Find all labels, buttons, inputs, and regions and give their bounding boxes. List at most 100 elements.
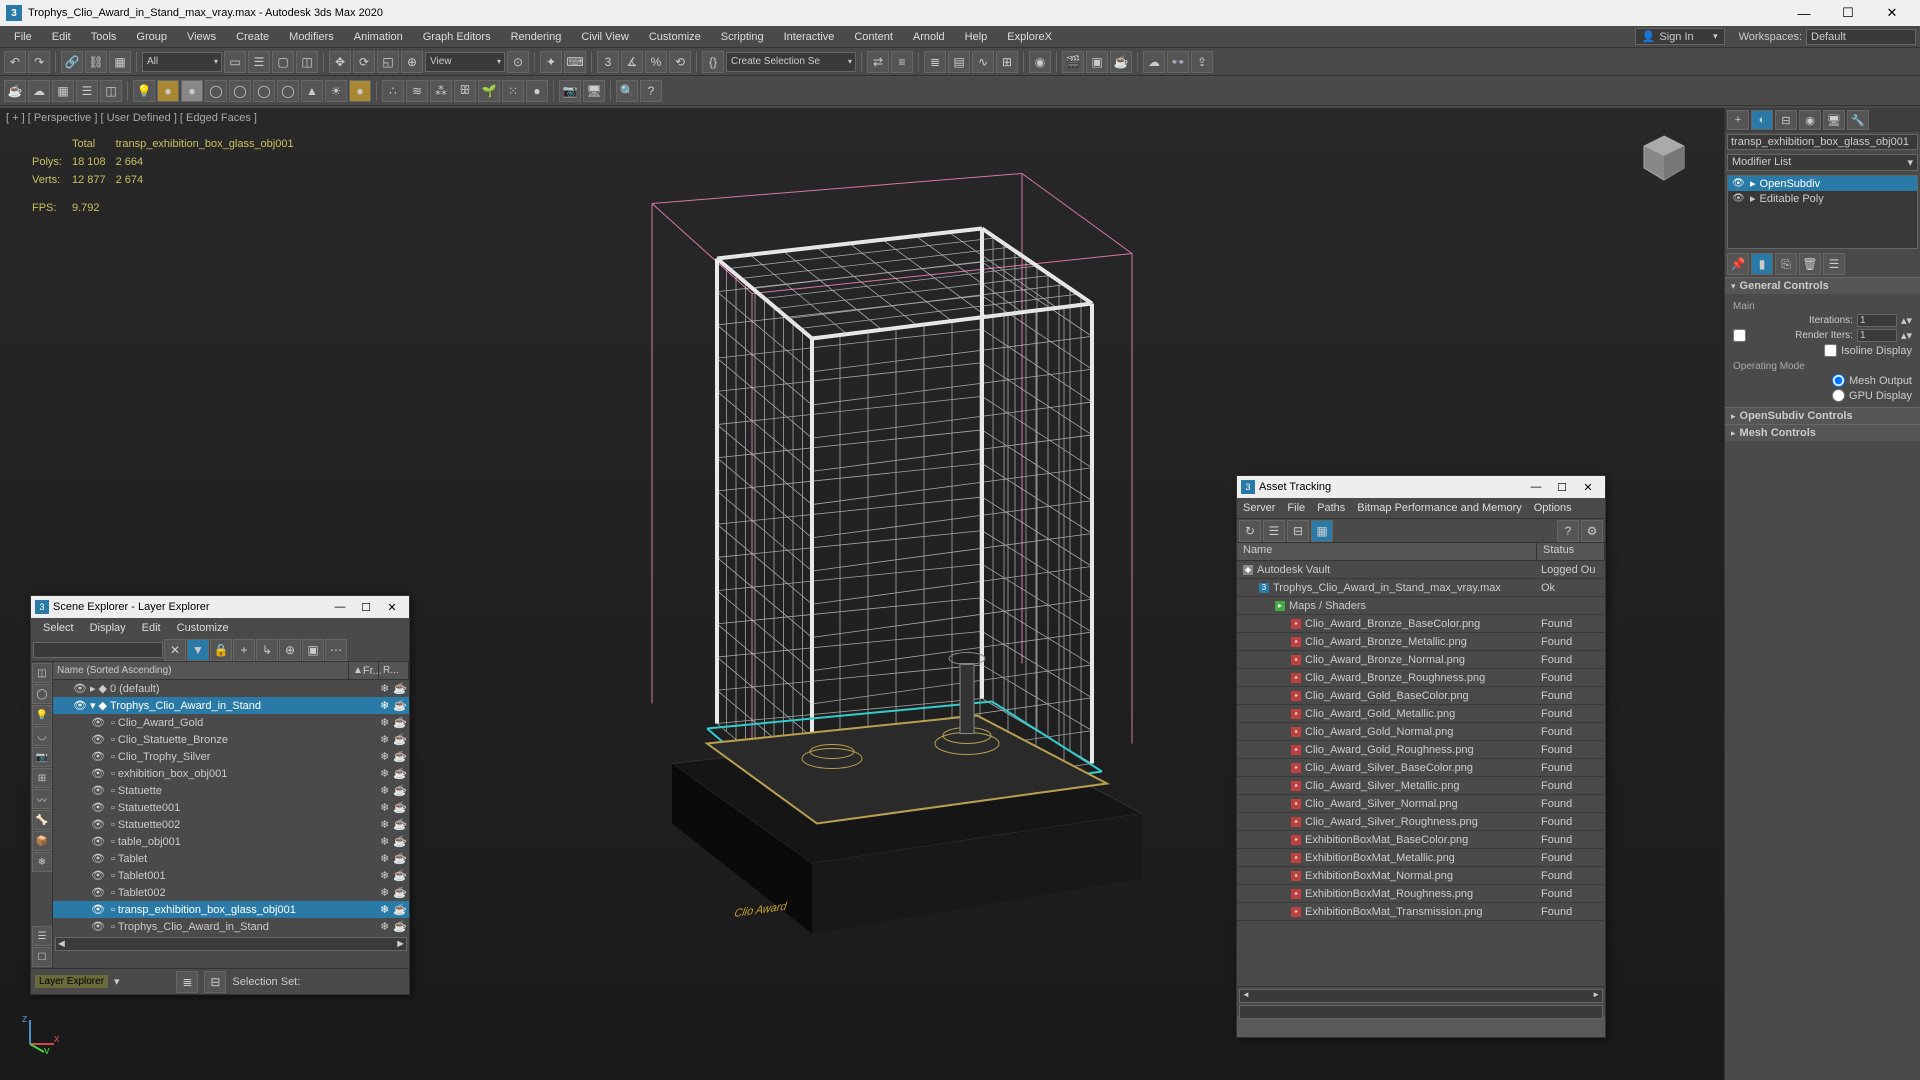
select-icon[interactable]: ▭	[224, 51, 246, 73]
asset-row[interactable]: ▪ExhibitionBoxMat_Normal.pngFound	[1237, 867, 1605, 885]
menu-file[interactable]: File	[4, 26, 42, 47]
render-frame-icon[interactable]: ▣	[1086, 51, 1108, 73]
sphere-gold-icon[interactable]: ●	[349, 80, 371, 102]
at-close-button[interactable]: ✕	[1575, 477, 1601, 497]
bind-icon[interactable]: ▦	[109, 51, 131, 73]
rollout-opensubdiv-header[interactable]: OpenSubdiv Controls	[1725, 408, 1920, 424]
menu-customize[interactable]: Customize	[639, 26, 711, 47]
se-side-light-icon[interactable]: 💡	[32, 705, 52, 725]
grid-icon[interactable]: ▦	[52, 80, 74, 102]
curve-editor-icon[interactable]: ∿	[972, 51, 994, 73]
menu-explorex[interactable]: ExploreX	[997, 26, 1062, 47]
make-unique-icon[interactable]: ⎘	[1775, 253, 1797, 275]
editselset-icon[interactable]: {}	[702, 51, 724, 73]
percent-snap-icon[interactable]: %	[645, 51, 667, 73]
scene-tree-row[interactable]: 👁▾◆Trophys_Clio_Award_in_Stand❄☕	[53, 697, 409, 714]
sphere1-icon[interactable]: ◯	[205, 80, 227, 102]
move-icon[interactable]: ✥	[329, 51, 351, 73]
mesh-output-radio[interactable]	[1832, 374, 1845, 387]
scene-tree-row[interactable]: 👁▫Statuette002❄☕	[53, 816, 409, 833]
spinner-snap-icon[interactable]: ⟲	[669, 51, 691, 73]
window-crossing-icon[interactable]: ◫	[296, 51, 318, 73]
at-menu-options[interactable]: Options	[1534, 502, 1572, 514]
particles-icon[interactable]: ∴	[382, 80, 404, 102]
hair-icon[interactable]: ≋	[406, 80, 428, 102]
sphere-gray-icon[interactable]: ●	[181, 80, 203, 102]
align-icon[interactable]: ≡	[891, 51, 913, 73]
menu-help[interactable]: Help	[955, 26, 998, 47]
at-hscrollbar[interactable]	[1239, 989, 1603, 1003]
light-icon[interactable]: 💡	[133, 80, 155, 102]
render-icon[interactable]: ☕	[1110, 51, 1132, 73]
scene-tree-row[interactable]: 👁▫Tablet002❄☕	[53, 884, 409, 901]
menu-scripting[interactable]: Scripting	[711, 26, 774, 47]
asset-row[interactable]: 3Trophys_Clio_Award_in_Stand_max_vray.ma…	[1237, 579, 1605, 597]
asset-row[interactable]: ▪Clio_Award_Bronze_BaseColor.pngFound	[1237, 615, 1605, 633]
se-minimize-button[interactable]: —	[327, 597, 353, 617]
scene-tree-row[interactable]: 👁▸◆0 (default)❄☕	[53, 680, 409, 697]
asset-row[interactable]: ▪Clio_Award_Gold_BaseColor.pngFound	[1237, 687, 1605, 705]
se-maximize-button[interactable]: ☐	[353, 597, 379, 617]
se-side-camera-icon[interactable]: 📷	[32, 747, 52, 767]
hierarchy-tab-icon[interactable]: ⊟	[1775, 110, 1797, 130]
se-addlayer-icon[interactable]: +	[233, 639, 255, 661]
scene-tree-row[interactable]: 👁▫transp_exhibition_box_glass_obj001❄☕	[53, 901, 409, 918]
menu-views[interactable]: Views	[177, 26, 226, 47]
modifier-stack-item[interactable]: 👁▸Editable Poly	[1728, 191, 1917, 206]
grass-icon[interactable]: ꕥ	[454, 80, 476, 102]
menu-arnold[interactable]: Arnold	[903, 26, 955, 47]
scene-tree-row[interactable]: 👁▫Clio_Statuette_Bronze❄☕	[53, 731, 409, 748]
se-menu-customize[interactable]: Customize	[169, 618, 237, 638]
scene-tree-row[interactable]: 👁▫exhibition_box_obj001❄☕	[53, 765, 409, 782]
maximize-button[interactable]: ☐	[1826, 0, 1870, 26]
remove-modifier-icon[interactable]: 🗑	[1799, 253, 1821, 275]
se-side-helper-icon[interactable]: ⊞	[32, 768, 52, 788]
list-icon[interactable]: ☰	[76, 80, 98, 102]
cloud-icon[interactable]: ☁	[28, 80, 50, 102]
se-menu-edit[interactable]: Edit	[134, 618, 169, 638]
fur-icon[interactable]: ⁂	[430, 80, 452, 102]
at-maximize-button[interactable]: ☐	[1549, 477, 1575, 497]
unlink-icon[interactable]: ⛓	[85, 51, 107, 73]
minimize-button[interactable]: —	[1782, 0, 1826, 26]
asset-tracking-titlebar[interactable]: 3 Asset Tracking — ☐ ✕	[1237, 476, 1605, 498]
pin-stack-icon[interactable]: 📌	[1727, 253, 1749, 275]
rollout-mesh-header[interactable]: Mesh Controls	[1725, 425, 1920, 441]
menu-modifiers[interactable]: Modifiers	[279, 26, 344, 47]
menu-civil-view[interactable]: Civil View	[571, 26, 638, 47]
modifier-stack-item[interactable]: 👁▸OpenSubdiv	[1728, 176, 1917, 191]
redo-icon[interactable]: ↷	[28, 51, 50, 73]
at-help-icon[interactable]: ?	[1557, 520, 1579, 542]
se-clear-icon[interactable]: ✕	[164, 639, 186, 661]
menu-interactive[interactable]: Interactive	[774, 26, 845, 47]
se-side-display-icon[interactable]: ◫	[32, 663, 52, 683]
asset-row[interactable]: ▪ExhibitionBoxMat_Roughness.pngFound	[1237, 885, 1605, 903]
se-more-icon[interactable]: ⋯	[325, 639, 347, 661]
asset-row[interactable]: ▪Clio_Award_Gold_Normal.pngFound	[1237, 723, 1605, 741]
se-side-shape-icon[interactable]: ◡	[32, 726, 52, 746]
at-col-status-header[interactable]: Status	[1537, 543, 1605, 560]
dots-icon[interactable]: ⁙	[502, 80, 524, 102]
se-search-input[interactable]	[33, 642, 163, 658]
schematic-icon[interactable]: ⊞	[996, 51, 1018, 73]
sphere2-icon[interactable]: ◯	[229, 80, 251, 102]
se-side-frozen-icon[interactable]: ❄	[32, 852, 52, 872]
layers-icon[interactable]: ≣	[924, 51, 946, 73]
asset-row[interactable]: ▪Clio_Award_Bronze_Normal.pngFound	[1237, 651, 1605, 669]
show-end-result-icon[interactable]: ▮	[1751, 253, 1773, 275]
scene-tree-row[interactable]: 👁▫Tablet❄☕	[53, 850, 409, 867]
ball-icon[interactable]: ●	[526, 80, 548, 102]
help-icon[interactable]: ?	[640, 80, 662, 102]
se-highlight-icon[interactable]: ▣	[302, 639, 324, 661]
scene-explorer-titlebar[interactable]: 3 Scene Explorer - Layer Explorer — ☐ ✕	[31, 596, 409, 618]
sphere4-icon[interactable]: ◯	[277, 80, 299, 102]
se-foot-icon2[interactable]: ⊟	[204, 971, 226, 993]
asset-row[interactable]: ▪Clio_Award_Gold_Roughness.pngFound	[1237, 741, 1605, 759]
modify-tab-icon[interactable]: ◐	[1751, 110, 1773, 130]
undo-icon[interactable]: ↶	[4, 51, 26, 73]
display-tab-icon[interactable]: 🖥	[1823, 110, 1845, 130]
asset-row[interactable]: ▸Maps / Shaders	[1237, 597, 1605, 615]
at-tree-icon[interactable]: ⊟	[1287, 520, 1309, 542]
asset-row[interactable]: ◆Autodesk VaultLogged Ou	[1237, 561, 1605, 579]
axis-gizmo[interactable]: z x y	[20, 1014, 60, 1054]
